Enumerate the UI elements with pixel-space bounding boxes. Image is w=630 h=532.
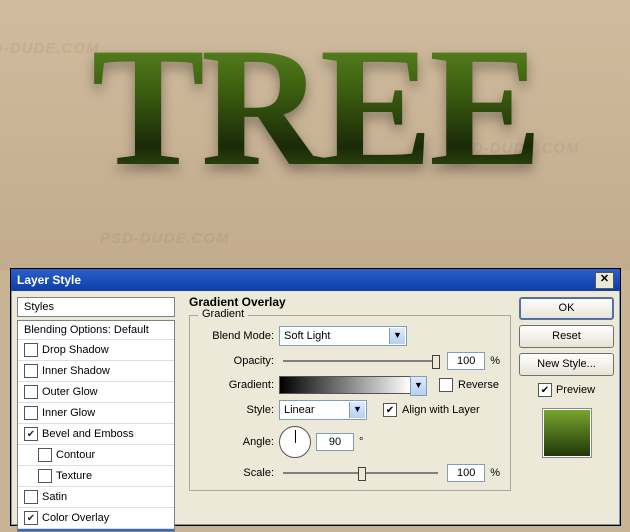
- chevron-down-icon[interactable]: ▼: [410, 376, 427, 396]
- scale-slider[interactable]: [283, 472, 438, 474]
- panel-title: Gradient Overlay: [189, 295, 511, 309]
- preview-swatch: [542, 408, 592, 458]
- effect-checkbox[interactable]: [24, 364, 38, 378]
- preview-label: Preview: [556, 384, 595, 396]
- percent-label: %: [490, 355, 500, 367]
- effect-checkbox[interactable]: [24, 385, 38, 399]
- degree-label: °: [359, 436, 363, 448]
- effect-label: Drop Shadow: [42, 344, 109, 356]
- chevron-down-icon: ▼: [349, 402, 365, 418]
- align-checkbox[interactable]: ✔: [383, 403, 397, 417]
- gradient-label: Gradient:: [200, 379, 274, 391]
- gradient-fieldset: Gradient Blend Mode: Soft Light ▼ Opacit…: [189, 315, 511, 491]
- fieldset-label: Gradient: [198, 308, 248, 320]
- chevron-down-icon: ▼: [389, 328, 405, 344]
- effect-item-contour[interactable]: Contour: [18, 445, 174, 466]
- opacity-slider[interactable]: [283, 360, 438, 362]
- opacity-input[interactable]: 100: [447, 352, 485, 370]
- blend-mode-label: Blend Mode:: [200, 330, 274, 342]
- effect-label: Outer Glow: [42, 386, 98, 398]
- text-layer: TREE: [0, 10, 630, 205]
- style-dropdown[interactable]: Linear ▼: [279, 400, 367, 420]
- effect-item-outer-glow[interactable]: Outer Glow: [18, 382, 174, 403]
- effect-item-inner-shadow[interactable]: Inner Shadow: [18, 361, 174, 382]
- effect-label: Contour: [56, 449, 95, 461]
- effect-checkbox[interactable]: [38, 469, 52, 483]
- effect-item-color-overlay[interactable]: ✔ Color Overlay: [18, 508, 174, 529]
- effect-label: Blending Options: Default: [24, 324, 149, 336]
- scale-input[interactable]: 100: [447, 464, 485, 482]
- preview-checkbox[interactable]: ✔: [538, 383, 552, 397]
- effect-checkbox[interactable]: [24, 343, 38, 357]
- effect-item-inner-glow[interactable]: Inner Glow: [18, 403, 174, 424]
- effect-item-blending-options-default[interactable]: Blending Options: Default: [18, 321, 174, 340]
- reset-button[interactable]: Reset: [519, 325, 614, 348]
- effect-checkbox[interactable]: [24, 406, 38, 420]
- dialog-title: Layer Style: [17, 273, 81, 287]
- effect-item-bevel-and-emboss[interactable]: ✔ Bevel and Emboss: [18, 424, 174, 445]
- style-label: Style:: [200, 404, 274, 416]
- effects-sidebar: Styles Blending Options: Default Drop Sha…: [11, 291, 181, 525]
- angle-dial[interactable]: [279, 426, 311, 458]
- effect-item-drop-shadow[interactable]: Drop Shadow: [18, 340, 174, 361]
- blend-mode-value: Soft Light: [284, 330, 330, 342]
- new-style-button[interactable]: New Style...: [519, 353, 614, 376]
- action-column: OK Reset New Style... ✔ Preview: [519, 291, 620, 525]
- percent-label: %: [490, 467, 500, 479]
- gradient-picker[interactable]: ▼: [279, 376, 411, 394]
- blend-mode-dropdown[interactable]: Soft Light ▼: [279, 326, 407, 346]
- reverse-checkbox[interactable]: [439, 378, 453, 392]
- style-value: Linear: [284, 404, 315, 416]
- effect-label: Inner Glow: [42, 407, 95, 419]
- effect-checkbox[interactable]: ✔: [24, 511, 38, 525]
- effect-checkbox[interactable]: [24, 490, 38, 504]
- titlebar[interactable]: Layer Style ✕: [11, 269, 620, 291]
- align-label: Align with Layer: [402, 404, 480, 416]
- ok-button[interactable]: OK: [519, 297, 614, 320]
- effect-label: Bevel and Emboss: [42, 428, 134, 440]
- effect-checkbox[interactable]: ✔: [24, 427, 38, 441]
- effect-label: Texture: [56, 470, 92, 482]
- effect-label: Color Overlay: [42, 512, 109, 524]
- angle-label: Angle:: [200, 436, 274, 448]
- effects-list: Blending Options: Default Drop Shadow Inne…: [17, 320, 175, 532]
- effect-checkbox[interactable]: [38, 448, 52, 462]
- effect-item-satin[interactable]: Satin: [18, 487, 174, 508]
- styles-header[interactable]: Styles: [17, 297, 175, 317]
- options-panel: Gradient Overlay Gradient Blend Mode: So…: [181, 291, 519, 525]
- document-canvas: PSD-DUDE.COM PSD-DUDE.COM PSD-DUDE.COM T…: [0, 0, 630, 270]
- layer-style-dialog: Layer Style ✕ Styles Blending Options: D…: [10, 268, 621, 526]
- scale-label: Scale:: [200, 467, 274, 479]
- reverse-label: Reverse: [458, 379, 499, 391]
- angle-input[interactable]: 90: [316, 433, 354, 451]
- effect-label: Inner Shadow: [42, 365, 110, 377]
- effect-label: Satin: [42, 491, 67, 503]
- effect-item-texture[interactable]: Texture: [18, 466, 174, 487]
- watermark: PSD-DUDE.COM: [100, 230, 230, 247]
- opacity-label: Opacity:: [200, 355, 274, 367]
- close-button[interactable]: ✕: [595, 272, 614, 289]
